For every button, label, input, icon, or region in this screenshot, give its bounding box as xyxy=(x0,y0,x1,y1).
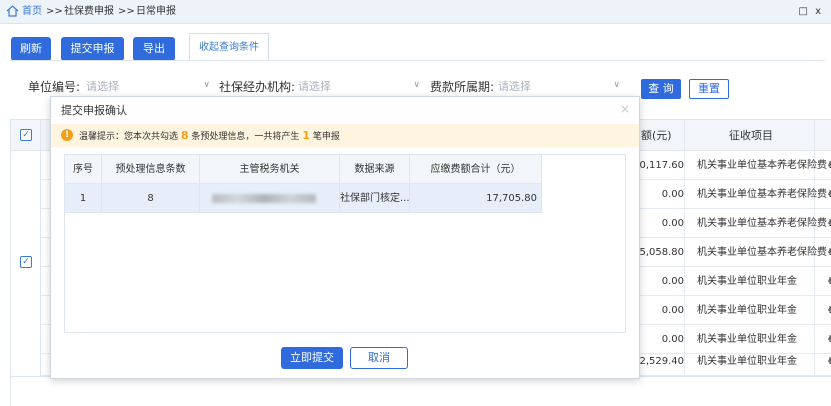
breadcrumb-social-security[interactable]: 社保费申报 xyxy=(64,5,114,19)
agency-label: 社保经办机构: xyxy=(219,80,296,94)
redacted-text xyxy=(212,194,316,203)
grid-header-amount: 额(元) xyxy=(641,129,672,142)
breadcrumb-home-link[interactable]: 首页 xyxy=(22,5,42,19)
row-item: 机关事业单位职业年金 xyxy=(697,276,797,287)
breadcrumb-separator: >> xyxy=(118,6,135,17)
cancel-button[interactable]: 取消 xyxy=(350,347,408,369)
warning-icon: ! xyxy=(61,129,73,141)
row-item: 机关事业单位职业年金 xyxy=(697,334,797,345)
tip-prefix: 温馨提示：您本次共勾选 xyxy=(79,132,179,142)
row-amount: 10,117.60 xyxy=(633,160,684,171)
row-item: 机关事业单位基本养老保险费 xyxy=(697,218,827,229)
unit-code-select[interactable]: 请选择 ∨ xyxy=(84,77,212,97)
grid-footer xyxy=(10,377,831,406)
tip-text: 温馨提示：您本次共勾选 8 条预处理信息，一共将产生 1 笔申报 xyxy=(79,129,340,144)
cell-count: 8 xyxy=(102,184,200,213)
cell-data-source: 社保部门核定... xyxy=(340,184,410,213)
agency-select[interactable]: 请选择 ∨ xyxy=(296,77,422,97)
home-icon[interactable] xyxy=(6,5,19,17)
tab-divider xyxy=(10,60,825,61)
row-amount: 0.00 xyxy=(661,189,684,200)
close-icon[interactable]: × xyxy=(620,102,630,116)
breadcrumb-bar: 首页 >> 社保费申报 >> 日常申报 □ x xyxy=(0,0,831,24)
export-button[interactable]: 导出 xyxy=(133,37,175,61)
summary-table-row[interactable]: 1 8 社保部门核定... 17,705.80 xyxy=(65,184,542,213)
header-count: 预处理信息条数 xyxy=(102,155,200,184)
submit-now-button[interactable]: 立即提交 xyxy=(281,347,343,369)
dialog-title: 提交申报确认 xyxy=(61,104,127,117)
group-checkbox[interactable]: ✓ xyxy=(20,256,32,268)
row-item: 机关事业单位基本养老保险费 xyxy=(697,189,827,200)
refresh-button[interactable]: 刷新 xyxy=(11,37,51,61)
row-amount: 0.00 xyxy=(661,276,684,287)
grid-header-item: 征收项目 xyxy=(729,129,773,142)
row-item: 机关事业单位职业年金 xyxy=(697,356,797,367)
cell-tax-authority-redacted xyxy=(200,184,340,213)
row-item: 机关事业单位职业年金 xyxy=(697,305,797,316)
header-data-source: 数据来源 xyxy=(340,155,410,184)
checkbox-column: ✓ ✓ xyxy=(11,120,41,376)
agency-placeholder: 请选择 xyxy=(298,80,331,93)
summary-table-header: 序号 预处理信息条数 主管税务机关 数据来源 应缴费额合计（元） xyxy=(65,155,542,184)
cell-seq: 1 xyxy=(65,184,102,213)
chevron-down-icon: ∨ xyxy=(203,80,210,90)
period-label: 费款所属期: xyxy=(430,80,495,94)
row-item: 机关事业单位基本养老保险费 xyxy=(697,247,827,258)
breadcrumb-separator: >> xyxy=(46,6,63,17)
tip-count2: 1 xyxy=(302,129,310,142)
row-amount: 0.00 xyxy=(661,334,684,345)
header-seq: 序号 xyxy=(65,155,102,184)
row-amount: 0.00 xyxy=(661,218,684,229)
unit-code-placeholder: 请选择 xyxy=(86,80,119,93)
breadcrumb-current-page: 日常申报 xyxy=(136,6,176,17)
reset-button[interactable]: 重置 xyxy=(689,79,729,99)
period-select[interactable]: 请选择 ∨ xyxy=(496,77,622,97)
tip-count: 8 xyxy=(180,129,189,142)
window-controls[interactable]: □ x xyxy=(798,5,823,19)
submit-confirm-dialog: 提交申报确认 × ! 温馨提示：您本次共勾选 8 条预处理信息，一共将产生 1 … xyxy=(50,96,640,379)
unit-code-label: 单位编号: xyxy=(28,80,81,94)
chevron-down-icon: ∨ xyxy=(413,80,420,90)
header-total: 应缴费额合计（元） xyxy=(410,155,542,184)
period-placeholder: 请选择 xyxy=(498,80,531,93)
query-button[interactable]: 查 询 xyxy=(641,79,681,99)
row-amount: 0.00 xyxy=(661,305,684,316)
row-amount: 5,058.80 xyxy=(639,247,684,258)
chevron-down-icon: ∨ xyxy=(613,80,620,90)
summary-table: 序号 预处理信息条数 主管税务机关 数据来源 应缴费额合计（元） 1 8 社保部… xyxy=(64,154,626,333)
tip-bar: ! 温馨提示：您本次共勾选 8 条预处理信息，一共将产生 1 笔申报 xyxy=(51,124,639,147)
cell-total: 17,705.80 xyxy=(410,184,542,213)
select-all-checkbox[interactable]: ✓ xyxy=(20,129,32,141)
tip-mid: 条预处理信息，一共将产生 xyxy=(191,132,300,142)
row-amount: 2,529.40 xyxy=(639,356,684,367)
header-tax-authority: 主管税务机关 xyxy=(200,155,340,184)
tab-collapse-query[interactable]: 收起查询条件 xyxy=(189,33,269,61)
submit-declaration-button[interactable]: 提交申报 xyxy=(61,37,124,61)
tip-suffix: 笔申报 xyxy=(312,132,340,142)
row-item: 机关事业单位基本养老保险费 xyxy=(697,160,827,171)
